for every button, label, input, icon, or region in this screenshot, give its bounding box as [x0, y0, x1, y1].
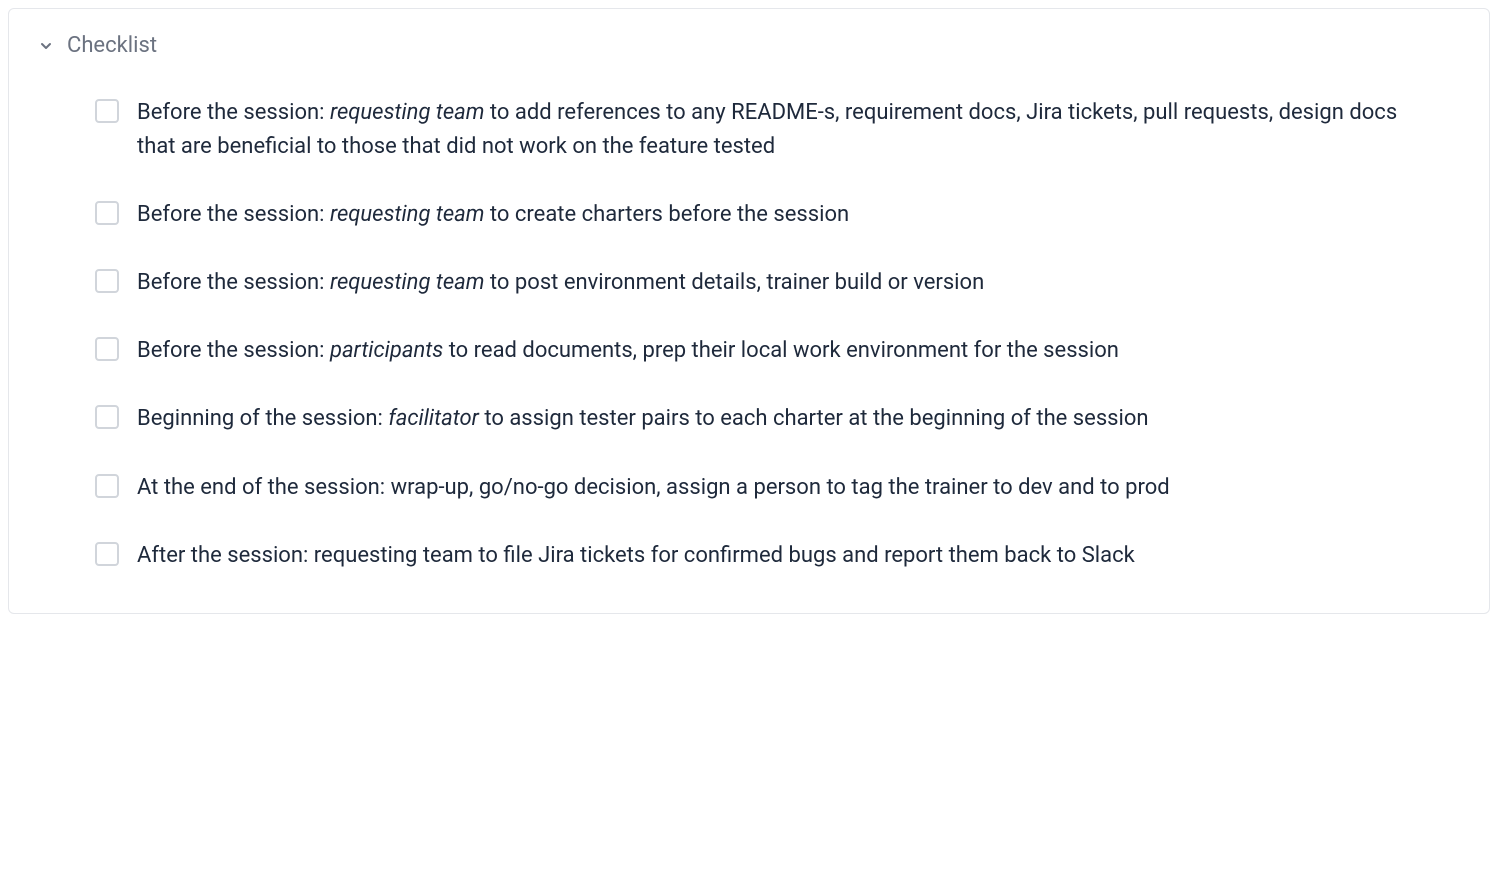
checklist-item: Beginning of the session: facilitator to…	[95, 402, 1419, 436]
checklist-item: Before the session: participants to read…	[95, 334, 1419, 368]
checkbox[interactable]	[95, 269, 119, 293]
checklist-panel: Checklist Before the session: requesting…	[8, 8, 1490, 614]
checklist-item: After the session: requesting team to fi…	[95, 539, 1419, 573]
checklist-item-text: After the session: requesting team to fi…	[137, 539, 1135, 573]
checkbox[interactable]	[95, 405, 119, 429]
checkbox[interactable]	[95, 474, 119, 498]
checklist-item: Before the session: requesting team to c…	[95, 198, 1419, 232]
checkbox[interactable]	[95, 337, 119, 361]
checklist-item-text: At the end of the session: wrap-up, go/n…	[137, 471, 1170, 505]
checklist-body: Before the session: requesting team to a…	[39, 96, 1459, 573]
checklist-item: Before the session: requesting team to p…	[95, 266, 1419, 300]
chevron-down-icon	[39, 39, 53, 53]
checklist-item-text: Beginning of the session: facilitator to…	[137, 402, 1149, 436]
checklist-item: Before the session: requesting team to a…	[95, 96, 1419, 164]
checklist-item-text: Before the session: requesting team to p…	[137, 266, 984, 300]
panel-title: Checklist	[67, 33, 157, 58]
checkbox[interactable]	[95, 201, 119, 225]
panel-header[interactable]: Checklist	[39, 33, 1459, 58]
checklist-item: At the end of the session: wrap-up, go/n…	[95, 471, 1419, 505]
checklist-item-text: Before the session: requesting team to c…	[137, 198, 849, 232]
checkbox[interactable]	[95, 542, 119, 566]
checklist-item-text: Before the session: requesting team to a…	[137, 96, 1419, 164]
checkbox[interactable]	[95, 99, 119, 123]
checklist-item-text: Before the session: participants to read…	[137, 334, 1119, 368]
